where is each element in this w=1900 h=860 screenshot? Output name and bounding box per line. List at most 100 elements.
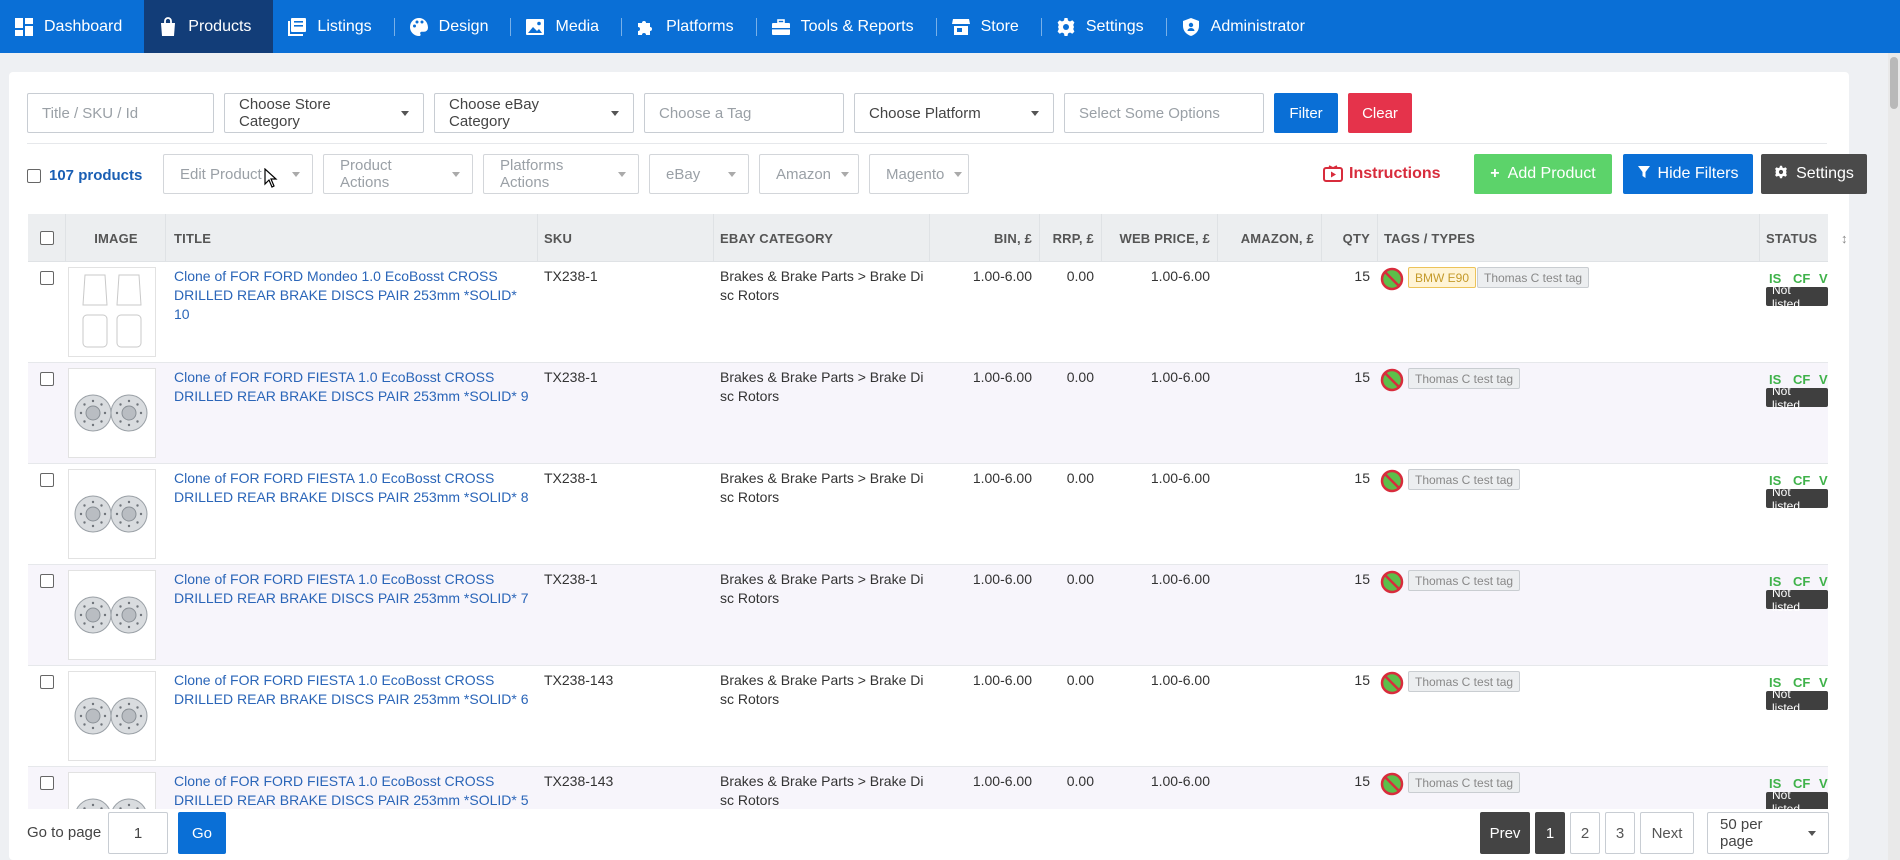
hide-filters-button[interactable]: Hide Filters <box>1623 154 1753 194</box>
qty-cell: 15 <box>1354 268 1370 284</box>
header-tags[interactable]: TAGS / TYPES <box>1378 214 1760 262</box>
page-scrollbar[interactable] <box>1888 53 1900 860</box>
header-qty[interactable]: QTY <box>1322 214 1378 262</box>
chevron-down-icon <box>401 110 409 116</box>
nav-item-products[interactable]: Products <box>144 0 274 53</box>
search-input[interactable]: Title / SKU / Id <box>27 93 214 133</box>
category-cell: Brakes & Brake Parts > Brake Disc Rotors <box>720 369 924 404</box>
product-thumbnail[interactable] <box>68 368 156 458</box>
header-web-price[interactable]: WEB PRICE, £ <box>1102 214 1218 262</box>
nav-item-settings[interactable]: Settings <box>1042 0 1166 53</box>
no-sign-icon[interactable] <box>1380 671 1404 695</box>
product-thumbnail[interactable] <box>68 570 156 660</box>
table-row[interactable]: Clone of FOR FORD FIESTA 1.0 EcoBosst CR… <box>28 464 1828 565</box>
magento-select[interactable]: Magento <box>869 154 969 194</box>
platform-select[interactable]: Choose Platform <box>854 93 1054 133</box>
row-checkbox[interactable] <box>40 776 54 790</box>
settings-button[interactable]: Settings <box>1761 154 1867 194</box>
options-input[interactable]: Select Some Options <box>1064 93 1264 133</box>
nav-item-design[interactable]: Design <box>395 0 511 53</box>
product-title-link[interactable]: Clone of FOR FORD FIESTA 1.0 EcoBosst CR… <box>174 368 536 406</box>
header-status[interactable]: STATUS <box>1760 214 1828 262</box>
filter-button[interactable]: Filter <box>1274 93 1338 133</box>
tag-badge: Thomas C test tag <box>1408 772 1521 793</box>
store-icon <box>951 17 971 37</box>
table-row[interactable]: Clone of FOR FORD FIESTA 1.0 EcoBosst CR… <box>28 363 1828 464</box>
bin-cell: 1.00-6.00 <box>972 773 1032 789</box>
product-thumbnail[interactable] <box>68 772 156 809</box>
nav-item-store[interactable]: Store <box>937 0 1041 53</box>
page-2-button[interactable]: 2 <box>1570 812 1600 854</box>
row-checkbox[interactable] <box>40 675 54 689</box>
ebay-select[interactable]: eBay <box>649 154 749 194</box>
amazon-select[interactable]: Amazon <box>759 154 859 194</box>
product-title-link[interactable]: Clone of FOR FORD FIESTA 1.0 EcoBosst CR… <box>174 671 536 709</box>
row-checkbox[interactable] <box>40 574 54 588</box>
row-checkbox[interactable] <box>40 473 54 487</box>
rrp-cell: 0.00 <box>1066 773 1094 789</box>
no-sign-icon[interactable] <box>1380 267 1404 291</box>
table-row[interactable]: Clone of FOR FORD FIESTA 1.0 EcoBosst CR… <box>28 666 1828 767</box>
header-amazon[interactable]: AMAZON, £ <box>1218 214 1322 262</box>
select-all-checkbox[interactable] <box>27 168 41 183</box>
sort-icon[interactable]: ↕ <box>1841 214 1853 262</box>
header-rrp[interactable]: RRP, £ <box>1040 214 1102 262</box>
platforms-actions-select[interactable]: Platforms Actions <box>483 154 639 194</box>
row-checkbox[interactable] <box>40 372 54 386</box>
no-sign-icon[interactable] <box>1380 772 1404 796</box>
next-page-button[interactable]: Next <box>1640 812 1694 854</box>
edit-product-select[interactable]: Edit Product <box>163 154 313 194</box>
nav-item-label: Design <box>438 17 489 35</box>
sku-cell: TX238-1 <box>544 268 598 284</box>
product-thumbnail[interactable] <box>68 469 156 559</box>
nav-item-media[interactable]: Media <box>511 0 621 53</box>
store-category-select[interactable]: Choose Store Category <box>224 93 424 133</box>
products-panel: Title / SKU / Id Choose Store Category C… <box>9 72 1867 860</box>
nav-item-dashboard[interactable]: Dashboard <box>0 0 144 53</box>
header-ebay-category[interactable]: EBAY CATEGORY <box>714 214 930 262</box>
product-thumbnail[interactable] <box>68 671 156 761</box>
row-checkbox[interactable] <box>40 271 54 285</box>
table-row[interactable]: Clone of FOR FORD FIESTA 1.0 EcoBosst CR… <box>28 565 1828 666</box>
nav-item-platforms[interactable]: Platforms <box>622 0 756 53</box>
chevron-down-icon <box>292 171 300 177</box>
nav-item-label: Tools & Reports <box>800 17 914 35</box>
header-image[interactable]: IMAGE <box>66 214 166 262</box>
product-title-link[interactable]: Clone of FOR FORD FIESTA 1.0 EcoBosst CR… <box>174 772 536 809</box>
not-listed-badge: Not listed <box>1766 788 1828 809</box>
product-actions-select[interactable]: Product Actions <box>323 154 473 194</box>
prev-page-button[interactable]: Prev <box>1480 812 1530 854</box>
header-sku[interactable]: SKU <box>538 214 714 262</box>
go-button[interactable]: Go <box>178 812 226 854</box>
header-bin[interactable]: BIN, £ <box>930 214 1040 262</box>
product-title-link[interactable]: Clone of FOR FORD FIESTA 1.0 EcoBosst CR… <box>174 570 536 608</box>
table-row[interactable]: Clone of FOR FORD Mondeo 1.0 EcoBosst CR… <box>28 262 1828 363</box>
ebay-category-select[interactable]: Choose eBay Category <box>434 93 634 133</box>
bin-cell: 1.00-6.00 <box>972 268 1032 284</box>
nav-item-tools-reports[interactable]: Tools & Reports <box>757 0 936 53</box>
no-sign-icon[interactable] <box>1380 570 1404 594</box>
listings-icon <box>287 17 307 37</box>
clear-button[interactable]: Clear <box>1348 93 1412 133</box>
scrollbar-thumb[interactable] <box>1890 57 1898 109</box>
qty-cell: 15 <box>1354 571 1370 587</box>
header-title[interactable]: TITLE <box>166 214 538 262</box>
product-thumbnail[interactable] <box>68 267 156 357</box>
pagination-bar: Go to page 1 Go Prev 1 2 3 Next 50 per p… <box>27 812 1829 854</box>
no-sign-icon[interactable] <box>1380 368 1404 392</box>
instructions-link[interactable]: Instructions <box>1323 154 1441 194</box>
nav-item-administrator[interactable]: Administrator <box>1167 0 1327 53</box>
goto-page-input[interactable]: 1 <box>108 812 168 854</box>
per-page-select[interactable]: 50 per page <box>1707 812 1829 854</box>
page-3-button[interactable]: 3 <box>1605 812 1635 854</box>
no-sign-icon[interactable] <box>1380 469 1404 493</box>
hide-filters-label: Hide Filters <box>1657 165 1739 182</box>
table-row[interactable]: Clone of FOR FORD FIESTA 1.0 EcoBosst CR… <box>28 767 1828 809</box>
header-checkbox[interactable] <box>40 231 54 245</box>
tag-input[interactable]: Choose a Tag <box>644 93 844 133</box>
product-title-link[interactable]: Clone of FOR FORD Mondeo 1.0 EcoBosst CR… <box>174 267 536 324</box>
page-1-button[interactable]: 1 <box>1535 812 1565 854</box>
nav-item-listings[interactable]: Listings <box>273 0 393 53</box>
product-title-link[interactable]: Clone of FOR FORD FIESTA 1.0 EcoBosst CR… <box>174 469 536 507</box>
add-product-button[interactable]: + Add Product <box>1474 154 1612 194</box>
